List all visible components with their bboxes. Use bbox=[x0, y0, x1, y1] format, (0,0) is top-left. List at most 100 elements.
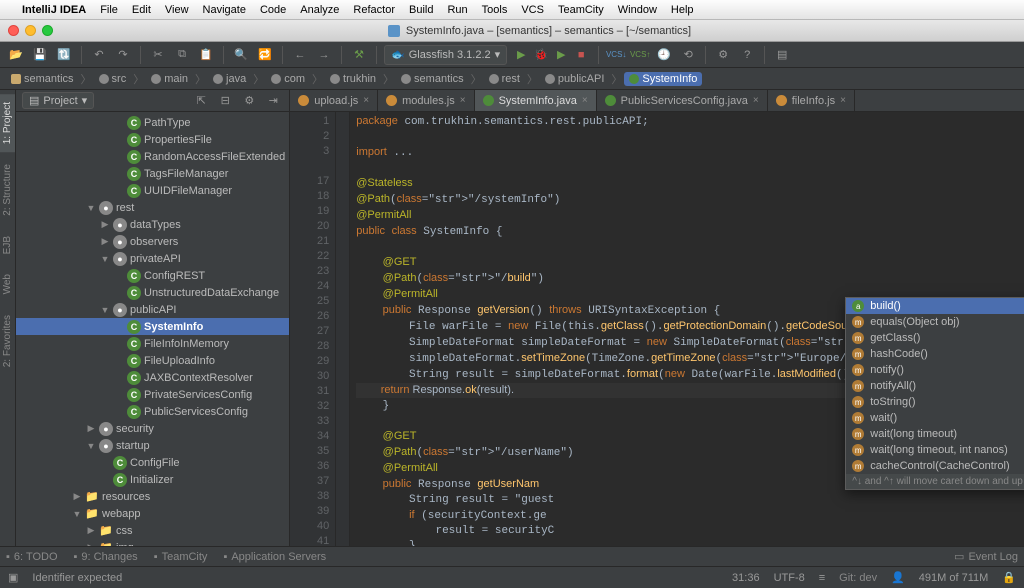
stop-button[interactable]: ■ bbox=[571, 45, 591, 65]
close-tab-icon[interactable]: × bbox=[363, 95, 369, 106]
coverage-button[interactable]: ▶ bbox=[551, 45, 571, 65]
tree-node-img[interactable]: ▶img bbox=[16, 539, 289, 546]
cut-button[interactable]: ✂ bbox=[148, 45, 168, 65]
back-button[interactable]: ← bbox=[290, 45, 310, 65]
tree-node-css[interactable]: ▶css bbox=[16, 522, 289, 539]
undo-button[interactable]: ↶ bbox=[89, 45, 109, 65]
forward-button[interactable]: → bbox=[314, 45, 334, 65]
menu-teamcity[interactable]: TeamCity bbox=[558, 4, 604, 16]
project-view-selector[interactable]: ▤Project▾ bbox=[22, 92, 94, 109]
completion-item-notifyall--[interactable]: mnotifyAll()void bbox=[846, 378, 1024, 394]
editor-gutter[interactable]: 1231718192021222324252627282930313233343… bbox=[290, 112, 336, 546]
tree-node-jaxbcontextresolver[interactable]: CJAXBContextResolver bbox=[16, 369, 289, 386]
file-encoding[interactable]: UTF-8 bbox=[774, 572, 805, 584]
vcs-commit-button[interactable]: VCS↑ bbox=[630, 45, 650, 65]
completion-item-getclass--[interactable]: mgetClass()Class bbox=[846, 330, 1024, 346]
tree-node-randomaccessfileextended[interactable]: CRandomAccessFileExtended bbox=[16, 148, 289, 165]
menu-edit[interactable]: Edit bbox=[132, 4, 151, 16]
tree-node-security[interactable]: ▶●security bbox=[16, 420, 289, 437]
tree-node-publicservicesconfig[interactable]: CPublicServicesConfig bbox=[16, 403, 289, 420]
bottom-tab-9--changes[interactable]: ▪9: Changes bbox=[74, 551, 138, 563]
bottom-tab-6--todo[interactable]: ▪6: TODO bbox=[6, 551, 58, 563]
close-window-button[interactable] bbox=[8, 25, 19, 36]
save-button[interactable]: 💾 bbox=[30, 45, 50, 65]
tree-node-unstructureddataexchange[interactable]: CUnstructuredDataExchange bbox=[16, 284, 289, 301]
breadcrumb-systeminfo[interactable]: SystemInfo bbox=[624, 72, 702, 86]
caret-position[interactable]: 31:36 bbox=[732, 572, 760, 584]
menu-window[interactable]: Window bbox=[618, 4, 657, 16]
menu-view[interactable]: View bbox=[165, 4, 189, 16]
tree-node-rest[interactable]: ▼●rest bbox=[16, 199, 289, 216]
vcs-history-button[interactable]: 🕘 bbox=[654, 45, 674, 65]
menu-refactor[interactable]: Refactor bbox=[353, 4, 395, 16]
collapse-all-button[interactable]: ⊟ bbox=[215, 91, 235, 111]
copy-button[interactable]: ⧉ bbox=[172, 45, 192, 65]
vcs-revert-button[interactable]: ⟲ bbox=[678, 45, 698, 65]
close-tab-icon[interactable]: × bbox=[753, 95, 759, 106]
zoom-window-button[interactable] bbox=[42, 25, 53, 36]
git-branch[interactable]: Git: dev bbox=[839, 572, 877, 584]
debug-button[interactable]: 🐞 bbox=[531, 45, 551, 65]
left-tab-2--favorites[interactable]: 2: Favorites bbox=[0, 307, 15, 375]
tree-node-fileinfoinmemory[interactable]: CFileInfoInMemory bbox=[16, 335, 289, 352]
lock-icon[interactable]: 🔒 bbox=[1002, 571, 1016, 584]
tree-node-datatypes[interactable]: ▶●dataTypes bbox=[16, 216, 289, 233]
breadcrumb-java[interactable]: java bbox=[208, 72, 251, 86]
close-tab-icon[interactable]: × bbox=[582, 95, 588, 106]
breadcrumb-trukhin[interactable]: trukhin bbox=[325, 72, 381, 86]
vcs-update-button[interactable]: VCS↓ bbox=[606, 45, 626, 65]
menu-run[interactable]: Run bbox=[447, 4, 467, 16]
breadcrumb-semantics[interactable]: semantics bbox=[396, 72, 469, 86]
line-sep-icon[interactable]: ≡ bbox=[819, 572, 825, 584]
tree-node-privateapi[interactable]: ▼●privateAPI bbox=[16, 250, 289, 267]
event-log-tab[interactable]: ▭Event Log bbox=[954, 550, 1018, 563]
breadcrumb-rest[interactable]: rest bbox=[484, 72, 525, 86]
menu-code[interactable]: Code bbox=[260, 4, 286, 16]
left-tab-ejb[interactable]: EJB bbox=[0, 228, 15, 262]
tree-node-initializer[interactable]: CInitializer bbox=[16, 471, 289, 488]
menu-navigate[interactable]: Navigate bbox=[203, 4, 246, 16]
fold-column[interactable] bbox=[336, 112, 350, 546]
breadcrumb-semantics[interactable]: semantics bbox=[6, 72, 79, 86]
project-tree[interactable]: CPathTypeCPropertiesFileCRandomAccessFil… bbox=[16, 112, 289, 546]
tree-node-configrest[interactable]: CConfigREST bbox=[16, 267, 289, 284]
code-completion-popup[interactable]: abuild()Responsemequals(Object obj)boole… bbox=[845, 297, 1024, 490]
tree-node-startup[interactable]: ▼●startup bbox=[16, 437, 289, 454]
left-tab-1--project[interactable]: 1: Project bbox=[0, 94, 15, 152]
run-config-selector[interactable]: 🐟 Glassfish 3.1.2.2 ▾ bbox=[384, 45, 507, 65]
left-tab-2--structure[interactable]: 2: Structure bbox=[0, 156, 15, 224]
close-tab-icon[interactable]: × bbox=[840, 95, 846, 106]
completion-item-tostring--[interactable]: mtoString()String bbox=[846, 394, 1024, 410]
build-button[interactable]: ⚒ bbox=[349, 45, 369, 65]
tree-node-systeminfo[interactable]: CSystemInfo bbox=[16, 318, 289, 335]
tree-node-configfile[interactable]: CConfigFile bbox=[16, 454, 289, 471]
menu-build[interactable]: Build bbox=[409, 4, 433, 16]
editor-tab-modules-js[interactable]: modules.js× bbox=[378, 90, 474, 112]
tree-node-fileuploadinfo[interactable]: CFileUploadInfo bbox=[16, 352, 289, 369]
menu-help[interactable]: Help bbox=[671, 4, 694, 16]
tree-node-propertiesfile[interactable]: CPropertiesFile bbox=[16, 131, 289, 148]
completion-item-hashcode--[interactable]: mhashCode()int bbox=[846, 346, 1024, 362]
breadcrumb-com[interactable]: com bbox=[266, 72, 310, 86]
menu-tools[interactable]: Tools bbox=[482, 4, 508, 16]
help-button[interactable]: ? bbox=[737, 45, 757, 65]
tree-node-tagsfilemanager[interactable]: CTagsFileManager bbox=[16, 165, 289, 182]
tree-node-observers[interactable]: ▶●observers bbox=[16, 233, 289, 250]
bottom-tab-teamcity[interactable]: ▪TeamCity bbox=[154, 551, 208, 563]
breadcrumb-publicapi[interactable]: publicAPI bbox=[540, 72, 609, 86]
menu-appname[interactable]: IntelliJ IDEA bbox=[22, 4, 86, 16]
completion-item-notify--[interactable]: mnotify()void bbox=[846, 362, 1024, 378]
completion-item-wait-long-timeout-[interactable]: mwait(long timeout)void bbox=[846, 426, 1024, 442]
completion-item-wait--[interactable]: mwait()void bbox=[846, 410, 1024, 426]
tree-node-privateservicesconfig[interactable]: CPrivateServicesConfig bbox=[16, 386, 289, 403]
redo-button[interactable]: ↷ bbox=[113, 45, 133, 65]
completion-item-cachecontrol-cachecontrol-[interactable]: mcacheControl(CacheControl)ResponseBuild… bbox=[846, 458, 1024, 474]
editor-tab-publicservicesconfig-java[interactable]: PublicServicesConfig.java× bbox=[597, 90, 768, 112]
find-button[interactable]: 🔍 bbox=[231, 45, 251, 65]
memory-indicator[interactable]: 491M of 711M bbox=[919, 572, 989, 584]
tree-node-webapp[interactable]: ▼webapp bbox=[16, 505, 289, 522]
completion-item-equals-object-obj-[interactable]: mequals(Object obj)boolean bbox=[846, 314, 1024, 330]
paste-button[interactable]: 📋 bbox=[196, 45, 216, 65]
menu-file[interactable]: File bbox=[100, 4, 118, 16]
sync-button[interactable]: 🔃 bbox=[54, 45, 74, 65]
